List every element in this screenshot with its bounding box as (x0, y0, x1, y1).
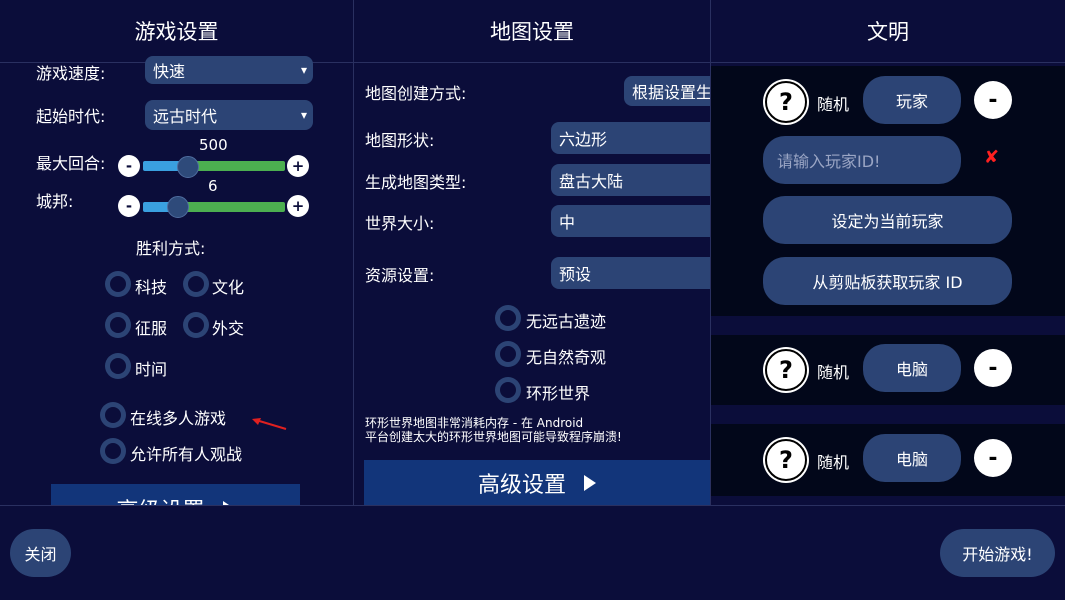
play-arrow-icon (584, 474, 596, 491)
set-current-player-button[interactable]: 设定为当前玩家 (763, 196, 1012, 244)
computer-type-label: 电脑 (895, 450, 928, 469)
victory-time-label: 时间 (135, 360, 168, 379)
victory-title: 胜利方式: (136, 239, 206, 258)
get-id-from-clipboard-button[interactable]: 从剪贴板获取玩家 ID (763, 257, 1012, 305)
help-question-icon[interactable]: ? (765, 81, 807, 123)
start-era-select[interactable]: 远古时代 (145, 100, 313, 130)
civilizations-title: 文明 (711, 0, 1065, 63)
remove-player-button[interactable]: - (974, 81, 1012, 119)
start-era-label: 起始时代: (36, 107, 106, 126)
start-game-button[interactable]: 开始游戏! (940, 529, 1055, 577)
victory-domination-radio[interactable] (105, 312, 131, 338)
city-states-label: 城邦: (36, 192, 74, 211)
world-wrap-warning-line2: 平台创建太大的环形世界地图可能导致程序崩溃! (365, 430, 622, 444)
get-id-from-clipboard-label: 从剪贴板获取玩家 ID (812, 273, 963, 292)
map-advanced-settings-label: 高级设置 (477, 472, 566, 498)
start-era-value: 远古时代 (153, 107, 218, 126)
game-speed-label: 游戏速度: (36, 64, 106, 83)
map-creation-label: 地图创建方式: (365, 84, 467, 103)
map-type-select[interactable]: 盘古大陆 (551, 164, 710, 196)
victory-time-radio[interactable] (105, 353, 131, 379)
game-advanced-settings-label: 高级设置 (116, 493, 204, 505)
close-button[interactable]: 关闭 (10, 529, 71, 577)
world-size-label: 世界大小: (365, 214, 435, 233)
allow-spectators-checkbox[interactable] (100, 438, 126, 464)
victory-culture-label: 文化 (212, 278, 245, 297)
map-type-value: 盘古大陆 (559, 172, 624, 191)
victory-culture-radio[interactable] (183, 271, 209, 297)
random-civ-label: 随机 (817, 453, 850, 472)
player-id-input[interactable]: 请输入玩家ID! (763, 136, 961, 184)
random-civ-label: 随机 (817, 363, 850, 382)
online-multiplayer-label: 在线多人游戏 (130, 409, 227, 428)
player-slot-panel-3: ? 随机 电脑 - (711, 424, 1065, 496)
world-wrap-checkbox[interactable] (495, 377, 521, 403)
city-states-slider-thumb[interactable] (167, 196, 189, 218)
city-states-increase-button[interactable]: + (287, 195, 309, 217)
player-slot-panel-1: ? 随机 玩家 - 请输入玩家ID! ✘ 设定为当前玩家 从剪贴板获取玩家 ID (711, 66, 1065, 316)
set-current-player-label: 设定为当前玩家 (831, 212, 944, 231)
help-question-icon[interactable]: ? (765, 349, 807, 391)
map-settings-column: 地图设置 地图创建方式: 根据设置生 地图形状: 六边形 生成地图类型: 盘古大… (354, 0, 711, 505)
world-size-select[interactable]: 中 (551, 205, 710, 237)
victory-diplomacy-radio[interactable] (183, 312, 209, 338)
computer-type-button[interactable]: 电脑 (863, 434, 961, 482)
world-wrap-warning-line1: 环形世界地图非常消耗内存 - 在 Android (365, 416, 584, 430)
map-advanced-settings-button[interactable]: 高级设置 (364, 460, 710, 505)
resource-setting-value: 预设 (559, 265, 592, 284)
victory-science-label: 科技 (135, 278, 168, 297)
victory-science-radio[interactable] (105, 271, 131, 297)
footer-divider (0, 505, 1065, 506)
computer-type-label: 电脑 (895, 360, 928, 379)
resource-setting-select[interactable]: 预设 (551, 257, 710, 289)
world-size-value: 中 (559, 213, 576, 232)
map-creation-value: 根据设置生 (632, 83, 711, 102)
allow-spectators-label: 允许所有人观战 (130, 445, 243, 464)
game-speed-select[interactable]: 快速 (145, 56, 313, 84)
map-type-label: 生成地图类型: (365, 173, 467, 192)
max-turns-increase-button[interactable]: + (287, 155, 309, 177)
game-settings-title: 游戏设置 (0, 0, 353, 63)
city-states-decrease-button[interactable]: - (118, 195, 140, 217)
max-turns-value: 500 (199, 136, 228, 154)
remove-player-button[interactable]: - (974, 349, 1012, 387)
victory-diplomacy-label: 外交 (212, 319, 245, 338)
online-multiplayer-checkbox[interactable] (100, 402, 126, 428)
victory-domination-label: 征服 (135, 319, 168, 338)
no-natural-wonders-label: 无自然奇观 (526, 348, 607, 367)
city-states-slider-rest (177, 202, 285, 212)
player-type-label: 玩家 (895, 92, 928, 111)
max-turns-slider-thumb[interactable] (177, 156, 199, 178)
max-turns-slider-rest (187, 161, 285, 171)
game-advanced-settings-button[interactable]: 高级设置 (51, 484, 300, 505)
red-arrow-annotation-icon (252, 418, 287, 430)
max-turns-decrease-button[interactable]: - (118, 155, 140, 177)
invalid-id-x-icon: ✘ (984, 147, 1000, 168)
remove-player-button[interactable]: - (974, 439, 1012, 477)
game-settings-column: 游戏设置 游戏速度: 快速 起始时代: 远古时代 最大回合: 500 - + 城… (0, 0, 354, 505)
city-states-value: 6 (208, 177, 218, 195)
map-settings-title: 地图设置 (354, 0, 710, 63)
world-wrap-label: 环形世界 (526, 384, 591, 403)
max-turns-label: 最大回合: (36, 154, 106, 173)
map-shape-value: 六边形 (559, 130, 608, 149)
start-game-label: 开始游戏! (962, 545, 1033, 564)
player-slot-panel-2: ? 随机 电脑 - (711, 335, 1065, 405)
game-speed-value: 快速 (153, 62, 186, 81)
map-shape-label: 地图形状: (365, 131, 435, 150)
help-question-icon[interactable]: ? (765, 439, 807, 481)
no-ancient-ruins-checkbox[interactable] (495, 305, 521, 331)
resource-setting-label: 资源设置: (365, 266, 435, 285)
computer-type-button[interactable]: 电脑 (863, 344, 961, 392)
player-id-placeholder: 请输入玩家ID! (777, 152, 881, 171)
map-creation-select[interactable]: 根据设置生 (624, 76, 711, 106)
no-natural-wonders-checkbox[interactable] (495, 341, 521, 367)
random-civ-label: 随机 (817, 95, 850, 114)
no-ancient-ruins-label: 无远古遗迹 (526, 312, 607, 331)
civilizations-column: 文明 ? 随机 玩家 - 请输入玩家ID! ✘ 设定为当前玩家 从剪贴板获取玩家… (711, 0, 1065, 505)
world-wrap-warning: 环形世界地图非常消耗内存 - 在 Android 平台创建太大的环形世界地图可能… (365, 416, 622, 444)
map-shape-select[interactable]: 六边形 (551, 122, 710, 154)
close-label: 关闭 (24, 545, 57, 564)
player-type-button[interactable]: 玩家 (863, 76, 961, 124)
